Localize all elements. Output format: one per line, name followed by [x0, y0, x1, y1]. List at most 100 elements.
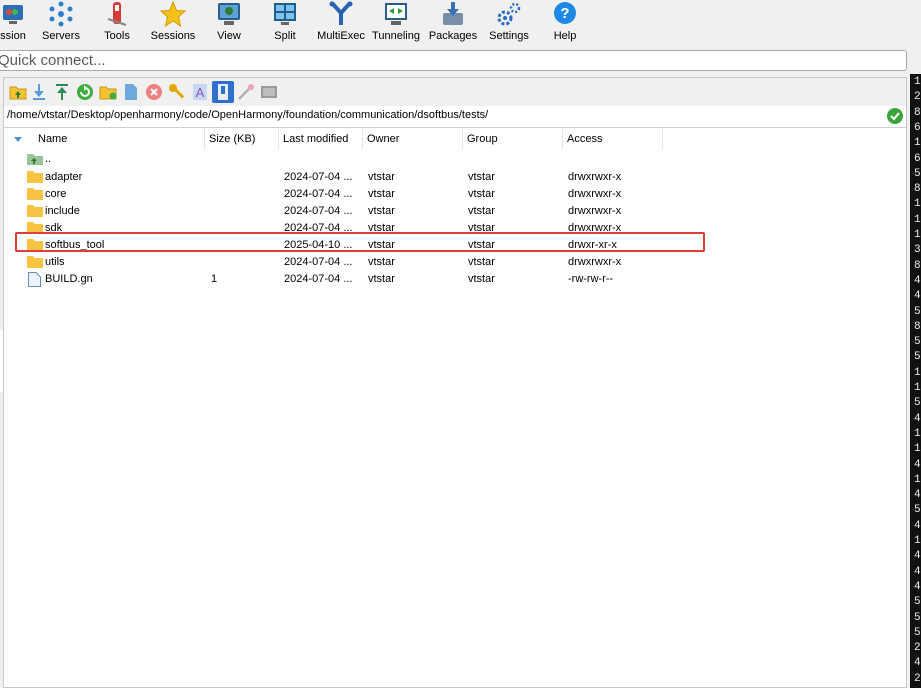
terminal-char: 4 [914, 580, 921, 593]
highlight-box [15, 232, 705, 252]
terminal-char: 8 [914, 259, 921, 272]
file-group: vtstar [468, 188, 495, 200]
toolbar-tools-button[interactable]: Tools [96, 0, 138, 46]
path-ok-icon[interactable] [887, 108, 903, 124]
parent-folder-icon[interactable] [9, 83, 27, 101]
file-owner: vtstar [368, 256, 395, 268]
packages-icon [439, 0, 467, 28]
terminal-char: 2 [914, 642, 921, 655]
column-group[interactable]: Group [463, 128, 563, 150]
terminal-char: 5 [914, 611, 921, 624]
file-modified: 2024-07-04 ... [284, 188, 353, 200]
toolbar-label: Tunneling [372, 30, 420, 42]
toolbar-sessions-button[interactable]: Sessions [150, 0, 196, 46]
terminal-char: 1 [914, 137, 921, 150]
file-list-header: Name Size (KB) Last modified Owner Group… [4, 128, 906, 150]
text-mode-icon[interactable]: A [191, 83, 209, 101]
toolbar-label: Packages [428, 30, 478, 42]
tunneling-icon [382, 0, 410, 28]
table-row[interactable]: BUILD.gn 1 2024-07-04 ... vtstar vtstar … [4, 271, 906, 288]
quick-connect-input[interactable] [0, 51, 878, 70]
new-folder-icon[interactable] [99, 83, 117, 101]
table-row[interactable]: core 2024-07-04 ... vtstar vtstar drwxrw… [4, 186, 906, 203]
file-owner: vtstar [368, 188, 395, 200]
column-last-modified[interactable]: Last modified [279, 128, 363, 150]
new-file-icon[interactable] [122, 83, 140, 101]
terminal-icon[interactable] [260, 83, 278, 101]
download-icon[interactable] [30, 83, 48, 101]
path-bar[interactable]: /home/vtstar/Desktop/openharmony/code/Op… [4, 106, 906, 128]
terminal-char: 5 [914, 305, 921, 318]
terminal-char: 1 [914, 198, 921, 211]
multiexec-icon [327, 0, 355, 28]
file-modified: 2024-07-04 ... [284, 205, 353, 217]
toolbar-session-button[interactable]: ssion [0, 0, 30, 46]
table-row[interactable]: include 2024-07-04 ... vtstar vtstar drw… [4, 203, 906, 220]
terminal-char: 8 [914, 106, 921, 119]
terminal-char: 5 [914, 596, 921, 609]
parent-folder-icon [27, 152, 43, 165]
file-name: adapter [45, 171, 83, 183]
refresh-icon[interactable] [76, 83, 94, 101]
star-icon [159, 0, 187, 28]
view-icon [215, 0, 243, 28]
file-access: -rw-rw-r-- [568, 273, 614, 285]
folder-icon [27, 170, 43, 183]
file-group: vtstar [468, 171, 495, 183]
terminal-char: 5 [914, 167, 921, 180]
terminal-char: 4 [914, 565, 921, 578]
column-name[interactable]: Name [34, 128, 205, 150]
file-access: drwxrwxr-x [568, 256, 622, 268]
delete-icon[interactable] [145, 83, 163, 101]
svg-text:A: A [196, 85, 205, 100]
terminal-strip[interactable]: 1286165811138445855115411414541444555242 [910, 74, 921, 688]
upload-icon[interactable] [53, 83, 71, 101]
file-name: include [45, 205, 80, 217]
file-name: BUILD.gn [45, 273, 93, 285]
permissions-key-icon[interactable] [168, 83, 186, 101]
folder-icon [27, 187, 43, 200]
toolbar-tunneling-button[interactable]: Tunneling [372, 0, 420, 46]
svg-text:?: ? [560, 5, 569, 22]
file-name: core [45, 188, 67, 200]
table-row-parent[interactable]: .. [4, 151, 906, 168]
terminal-char: 6 [914, 121, 921, 134]
toolbar-servers-button[interactable]: Servers [38, 0, 84, 46]
file-modified: 2024-07-04 ... [284, 171, 353, 183]
toolbar-multiexec-button[interactable]: MultiExec [316, 0, 366, 46]
terminal-char: 4 [914, 519, 921, 532]
toolbar-packages-button[interactable]: Packages [428, 0, 478, 46]
toolbar-settings-button[interactable]: Settings [488, 0, 530, 46]
table-row[interactable]: utils 2024-07-04 ... vtstar vtstar drwxr… [4, 254, 906, 271]
column-size[interactable]: Size (KB) [205, 128, 279, 150]
toolbar-label: View [217, 30, 241, 42]
session-icon [0, 0, 27, 28]
column-owner[interactable]: Owner [363, 128, 463, 150]
terminal-char: 4 [914, 274, 921, 287]
column-access[interactable]: Access [563, 128, 663, 150]
terminal-char: 5 [914, 626, 921, 639]
terminal-char: 4 [914, 458, 921, 471]
file-access: drwxrwxr-x [568, 205, 622, 217]
sort-toggle[interactable] [4, 128, 34, 150]
file-icon [28, 272, 44, 287]
file-size: 1 [211, 273, 218, 285]
toolbar-help-button[interactable]: ? Help [550, 0, 580, 46]
tools-icon [103, 0, 131, 28]
current-path: /home/vtstar/Desktop/openharmony/code/Op… [7, 109, 489, 121]
terminal-char: 1 [914, 427, 921, 440]
terminal-char: 1 [914, 76, 921, 88]
terminal-char: 4 [914, 550, 921, 563]
terminal-char: 1 [914, 382, 921, 394]
file-access: drwxrwxr-x [568, 188, 622, 200]
terminal-char: 4 [914, 412, 921, 425]
table-row[interactable]: adapter 2024-07-04 ... vtstar vtstar drw… [4, 169, 906, 186]
binary-mode-icon[interactable] [212, 81, 234, 103]
folder-icon [27, 255, 43, 268]
toolbar-view-button[interactable]: View [212, 0, 246, 46]
magic-wand-icon[interactable] [237, 83, 255, 101]
toolbar-split-button[interactable]: Split [270, 0, 300, 46]
terminal-char: 6 [914, 152, 921, 165]
toolbar-label: Settings [489, 30, 529, 42]
file-owner: vtstar [368, 171, 395, 183]
